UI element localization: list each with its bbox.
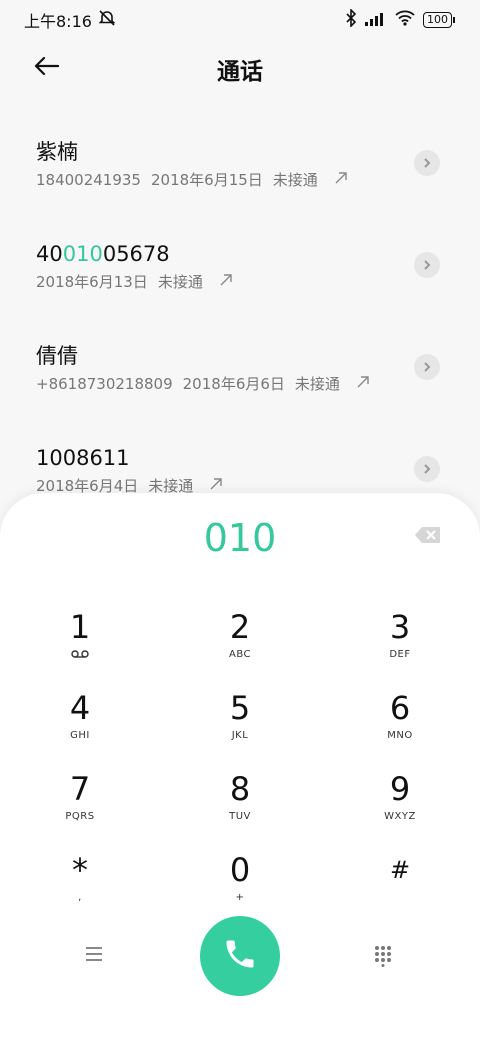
status-bar: 上午8:16 100 — [0, 0, 480, 40]
outgoing-call-icon — [203, 477, 223, 495]
dialed-number-display[interactable]: 010 — [0, 513, 480, 563]
chevron-right-icon — [422, 154, 432, 173]
backspace-icon — [414, 527, 442, 549]
key-letters: GHI — [70, 730, 90, 741]
back-button[interactable] — [30, 52, 62, 84]
dial-key-5[interactable]: 5 JKL — [160, 684, 320, 765]
number-part: 05678 — [102, 242, 170, 266]
chevron-right-icon — [422, 358, 432, 377]
call-date: 2018年6月6日 — [182, 375, 285, 393]
key-letters: WXYZ — [384, 811, 416, 822]
key-digit: * — [72, 851, 88, 889]
keypad-icon — [374, 946, 392, 971]
dial-key-6[interactable]: 6 MNO — [320, 684, 480, 765]
menu-icon — [84, 947, 104, 966]
dialpad-keys: 1 2 ABC 3 DEF 4 GHI 5 JKL 6 MNO 7 PQRS 8… — [0, 603, 480, 927]
outgoing-call-icon — [213, 273, 233, 291]
key-letters: ABC — [228, 649, 251, 660]
status-time: 上午8:16 — [24, 12, 92, 31]
call-meta: 2018年6月13日 未接通 — [36, 271, 480, 292]
dialpad-bottom-bar — [0, 916, 480, 998]
key-letters: DEF — [389, 649, 411, 660]
signal-icon — [365, 11, 387, 30]
outgoing-call-icon — [350, 375, 370, 393]
dial-key-2[interactable]: 2 ABC — [160, 603, 320, 684]
key-digit: 7 — [69, 770, 91, 808]
matched-digits: 010 — [62, 242, 103, 266]
call-status: 未接通 — [294, 375, 340, 393]
key-digit: 9 — [389, 770, 411, 808]
outgoing-call-icon — [328, 171, 348, 189]
chevron-right-icon — [422, 256, 432, 275]
key-digit: 2 — [229, 608, 251, 646]
call-status: 未接通 — [272, 171, 318, 189]
call-detail-button[interactable] — [414, 354, 440, 380]
key-digit: 6 — [389, 689, 411, 727]
key-digit: # — [389, 856, 411, 884]
bluetooth-icon — [345, 8, 357, 31]
alarm-off-icon — [98, 9, 116, 31]
menu-button[interactable] — [84, 946, 108, 966]
call-date: 2018年6月15日 — [150, 171, 263, 189]
call-detail-button[interactable] — [414, 252, 440, 278]
call-meta: +8618730218809 2018年6月6日 未接通 — [36, 373, 480, 394]
dial-key-hash[interactable]: # — [320, 846, 480, 927]
call-list-item[interactable]: 倩倩 +8618730218809 2018年6月6日 未接通 — [0, 316, 480, 418]
call-list: 紫楠 18400241935 2018年6月15日 未接通 4001005678… — [0, 112, 480, 520]
key-digit: 3 — [389, 608, 411, 646]
backspace-button[interactable] — [414, 525, 442, 545]
call-meta: 18400241935 2018年6月15日 未接通 — [36, 169, 480, 190]
call-detail-button[interactable] — [414, 456, 440, 482]
key-letters: , — [78, 892, 82, 903]
chevron-right-icon — [422, 460, 432, 479]
key-digit: 8 — [229, 770, 251, 808]
battery-icon: 100 — [423, 12, 455, 28]
dialpad-sheet: 010 1 2 ABC 3 DEF 4 GHI 5 JKL 6 MNO 7 PQ… — [0, 493, 480, 1040]
key-letters: MNO — [387, 730, 413, 741]
call-button[interactable] — [200, 916, 280, 996]
dial-key-8[interactable]: 8 TUV — [160, 765, 320, 846]
dial-key-9[interactable]: 9 WXYZ — [320, 765, 480, 846]
phone-number: 18400241935 — [36, 170, 141, 189]
call-detail-button[interactable] — [414, 150, 440, 176]
key-letters: TUV — [229, 811, 251, 822]
key-letters: + — [235, 892, 245, 903]
dial-key-7[interactable]: 7 PQRS — [0, 765, 160, 846]
page-title: 通话 — [217, 59, 263, 85]
keypad-toggle-button[interactable] — [374, 945, 394, 967]
call-status: 未接通 — [157, 273, 203, 291]
dial-key-1[interactable]: 1 — [0, 603, 160, 684]
dial-key-star[interactable]: * , — [0, 846, 160, 927]
key-digit: 0 — [229, 851, 251, 889]
key-letters: PQRS — [65, 811, 95, 822]
back-arrow-icon — [33, 56, 60, 80]
dial-key-4[interactable]: 4 GHI — [0, 684, 160, 765]
phone-number: +8618730218809 — [36, 374, 173, 393]
call-date: 2018年6月13日 — [36, 273, 148, 291]
voicemail-icon — [71, 649, 89, 663]
key-digit: 5 — [229, 689, 251, 727]
call-list-item[interactable]: 紫楠 18400241935 2018年6月15日 未接通 — [0, 112, 480, 214]
phone-icon — [222, 936, 258, 976]
dial-key-0[interactable]: 0 + — [160, 846, 320, 927]
key-digit: 1 — [69, 608, 91, 646]
dial-key-3[interactable]: 3 DEF — [320, 603, 480, 684]
key-letters: JKL — [231, 730, 249, 741]
header: 通话 — [0, 44, 480, 94]
number-part: 40 — [36, 242, 63, 266]
key-digit: 4 — [69, 689, 91, 727]
wifi-icon — [395, 10, 415, 30]
call-list-item[interactable]: 4001005678 2018年6月13日 未接通 — [0, 214, 480, 316]
